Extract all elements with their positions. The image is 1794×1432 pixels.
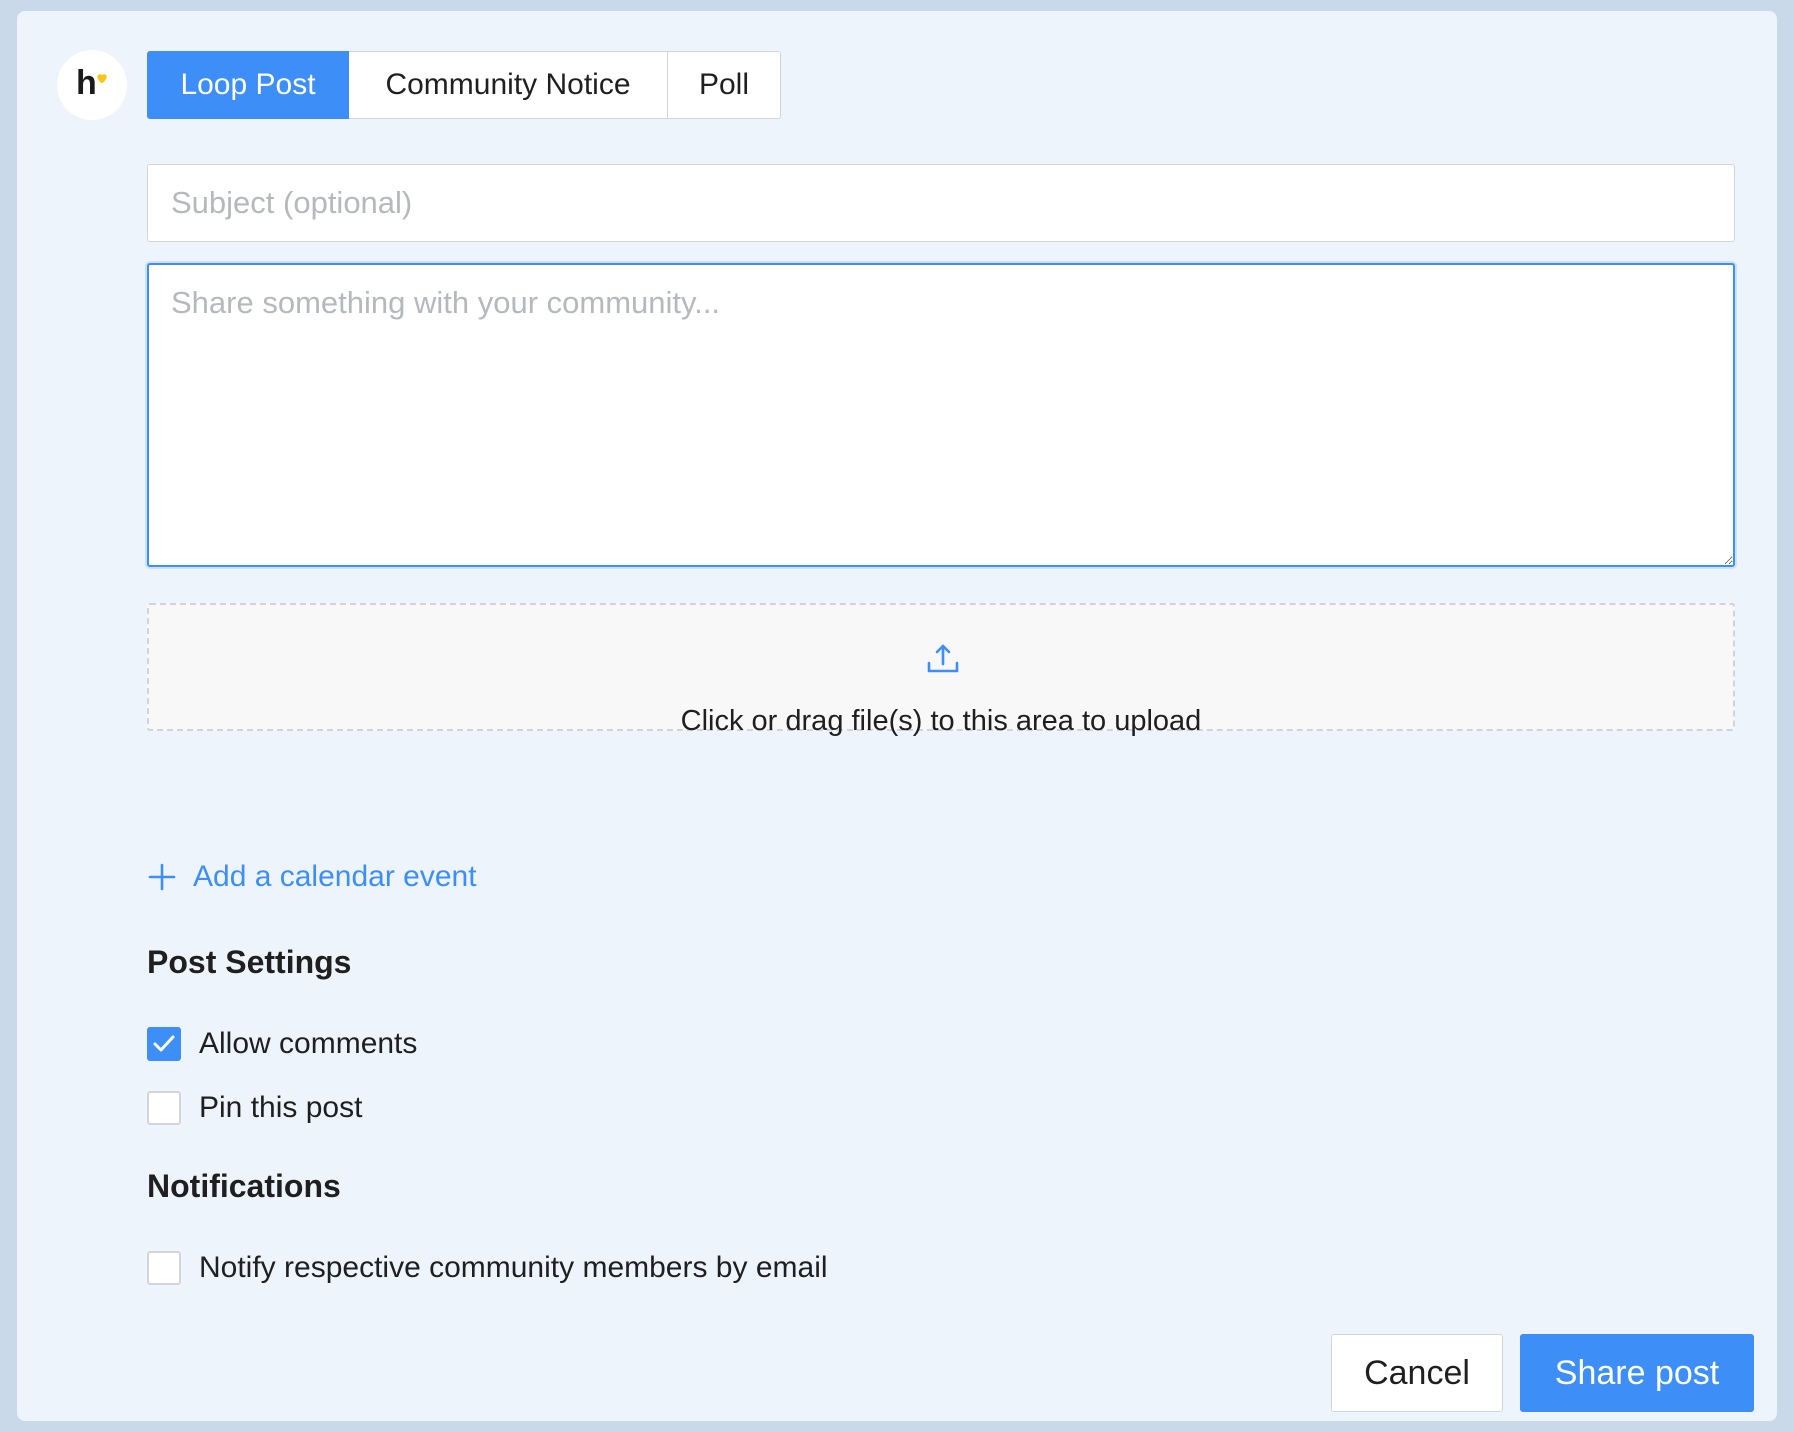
upload-instructions: Click or drag file(s) to this area to up… [680,705,1202,737]
notifications-heading: Notifications [147,1168,341,1204]
allow-comments-option[interactable]: Allow comments [147,1024,417,1064]
post-type-tabs: Loop Post Community Notice Poll [147,51,781,119]
tab-poll[interactable]: Poll [668,51,781,119]
add-calendar-event-link[interactable]: Add a calendar event [147,855,477,899]
allow-comments-label: Allow comments [199,1027,418,1060]
tab-loop-post[interactable]: Loop Post [147,51,349,119]
pin-post-option[interactable]: Pin this post [147,1088,362,1128]
notify-by-email-checkbox[interactable] [147,1251,181,1285]
logo-letter: h [76,64,97,102]
cancel-button[interactable]: Cancel [1331,1334,1503,1412]
subject-input[interactable] [147,164,1735,242]
avatar: h [57,50,127,120]
file-upload-dropzone[interactable]: Click or drag file(s) to this area to up… [147,603,1735,737]
notify-by-email-label: Notify respective community members by e… [199,1251,828,1284]
add-calendar-event-label: Add a calendar event [193,860,477,893]
checkmark-icon [153,1035,175,1052]
notify-by-email-option[interactable]: Notify respective community members by e… [147,1248,828,1288]
upload-icon [927,644,959,673]
post-body-textarea[interactable] [147,263,1735,567]
create-post-panel: h Loop Post Community Notice Poll Click … [17,11,1777,1421]
allow-comments-checkbox[interactable] [147,1027,181,1061]
pin-post-label: Pin this post [199,1091,363,1124]
share-post-button[interactable]: Share post [1520,1334,1754,1412]
tab-community-notice[interactable]: Community Notice [349,51,668,119]
heart-icon [97,74,107,84]
post-settings-heading: Post Settings [147,944,352,980]
pin-post-checkbox[interactable] [147,1091,181,1125]
plus-icon [148,863,176,891]
